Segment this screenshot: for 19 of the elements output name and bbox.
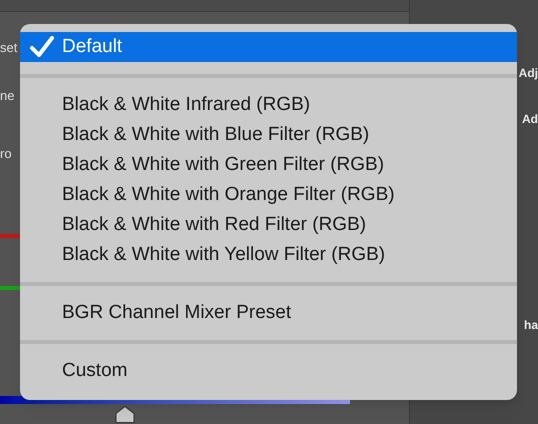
menu-item[interactable]: BGR Channel Mixer Preset [20,298,517,328]
menu-item[interactable]: Black & White with Blue Filter (RGB) [20,120,517,150]
menu-item[interactable]: Custom [20,356,517,386]
field-label: ne [0,87,14,105]
field-label: ro [0,145,12,163]
checkmark-icon [30,36,54,58]
menu-item[interactable]: Default [20,32,517,62]
panel-label: Adj [518,65,538,82]
panel-label: ha [524,317,538,334]
slider-track [0,286,20,290]
menu-item[interactable]: Black & White with Yellow Filter (RGB) [20,240,517,270]
menu-item[interactable]: Black & White Infrared (RGB) [20,90,517,120]
panel-label: Ad [522,111,538,128]
menu-item[interactable]: Black & White with Green Filter (RGB) [20,150,517,180]
slider-thumb-icon [115,406,135,423]
field-label: set [0,39,18,57]
menu-item[interactable]: Black & White with Orange Filter (RGB) [20,180,517,210]
slider-track [0,234,20,238]
menu-item[interactable]: Black & White with Red Filter (RGB) [20,210,517,240]
